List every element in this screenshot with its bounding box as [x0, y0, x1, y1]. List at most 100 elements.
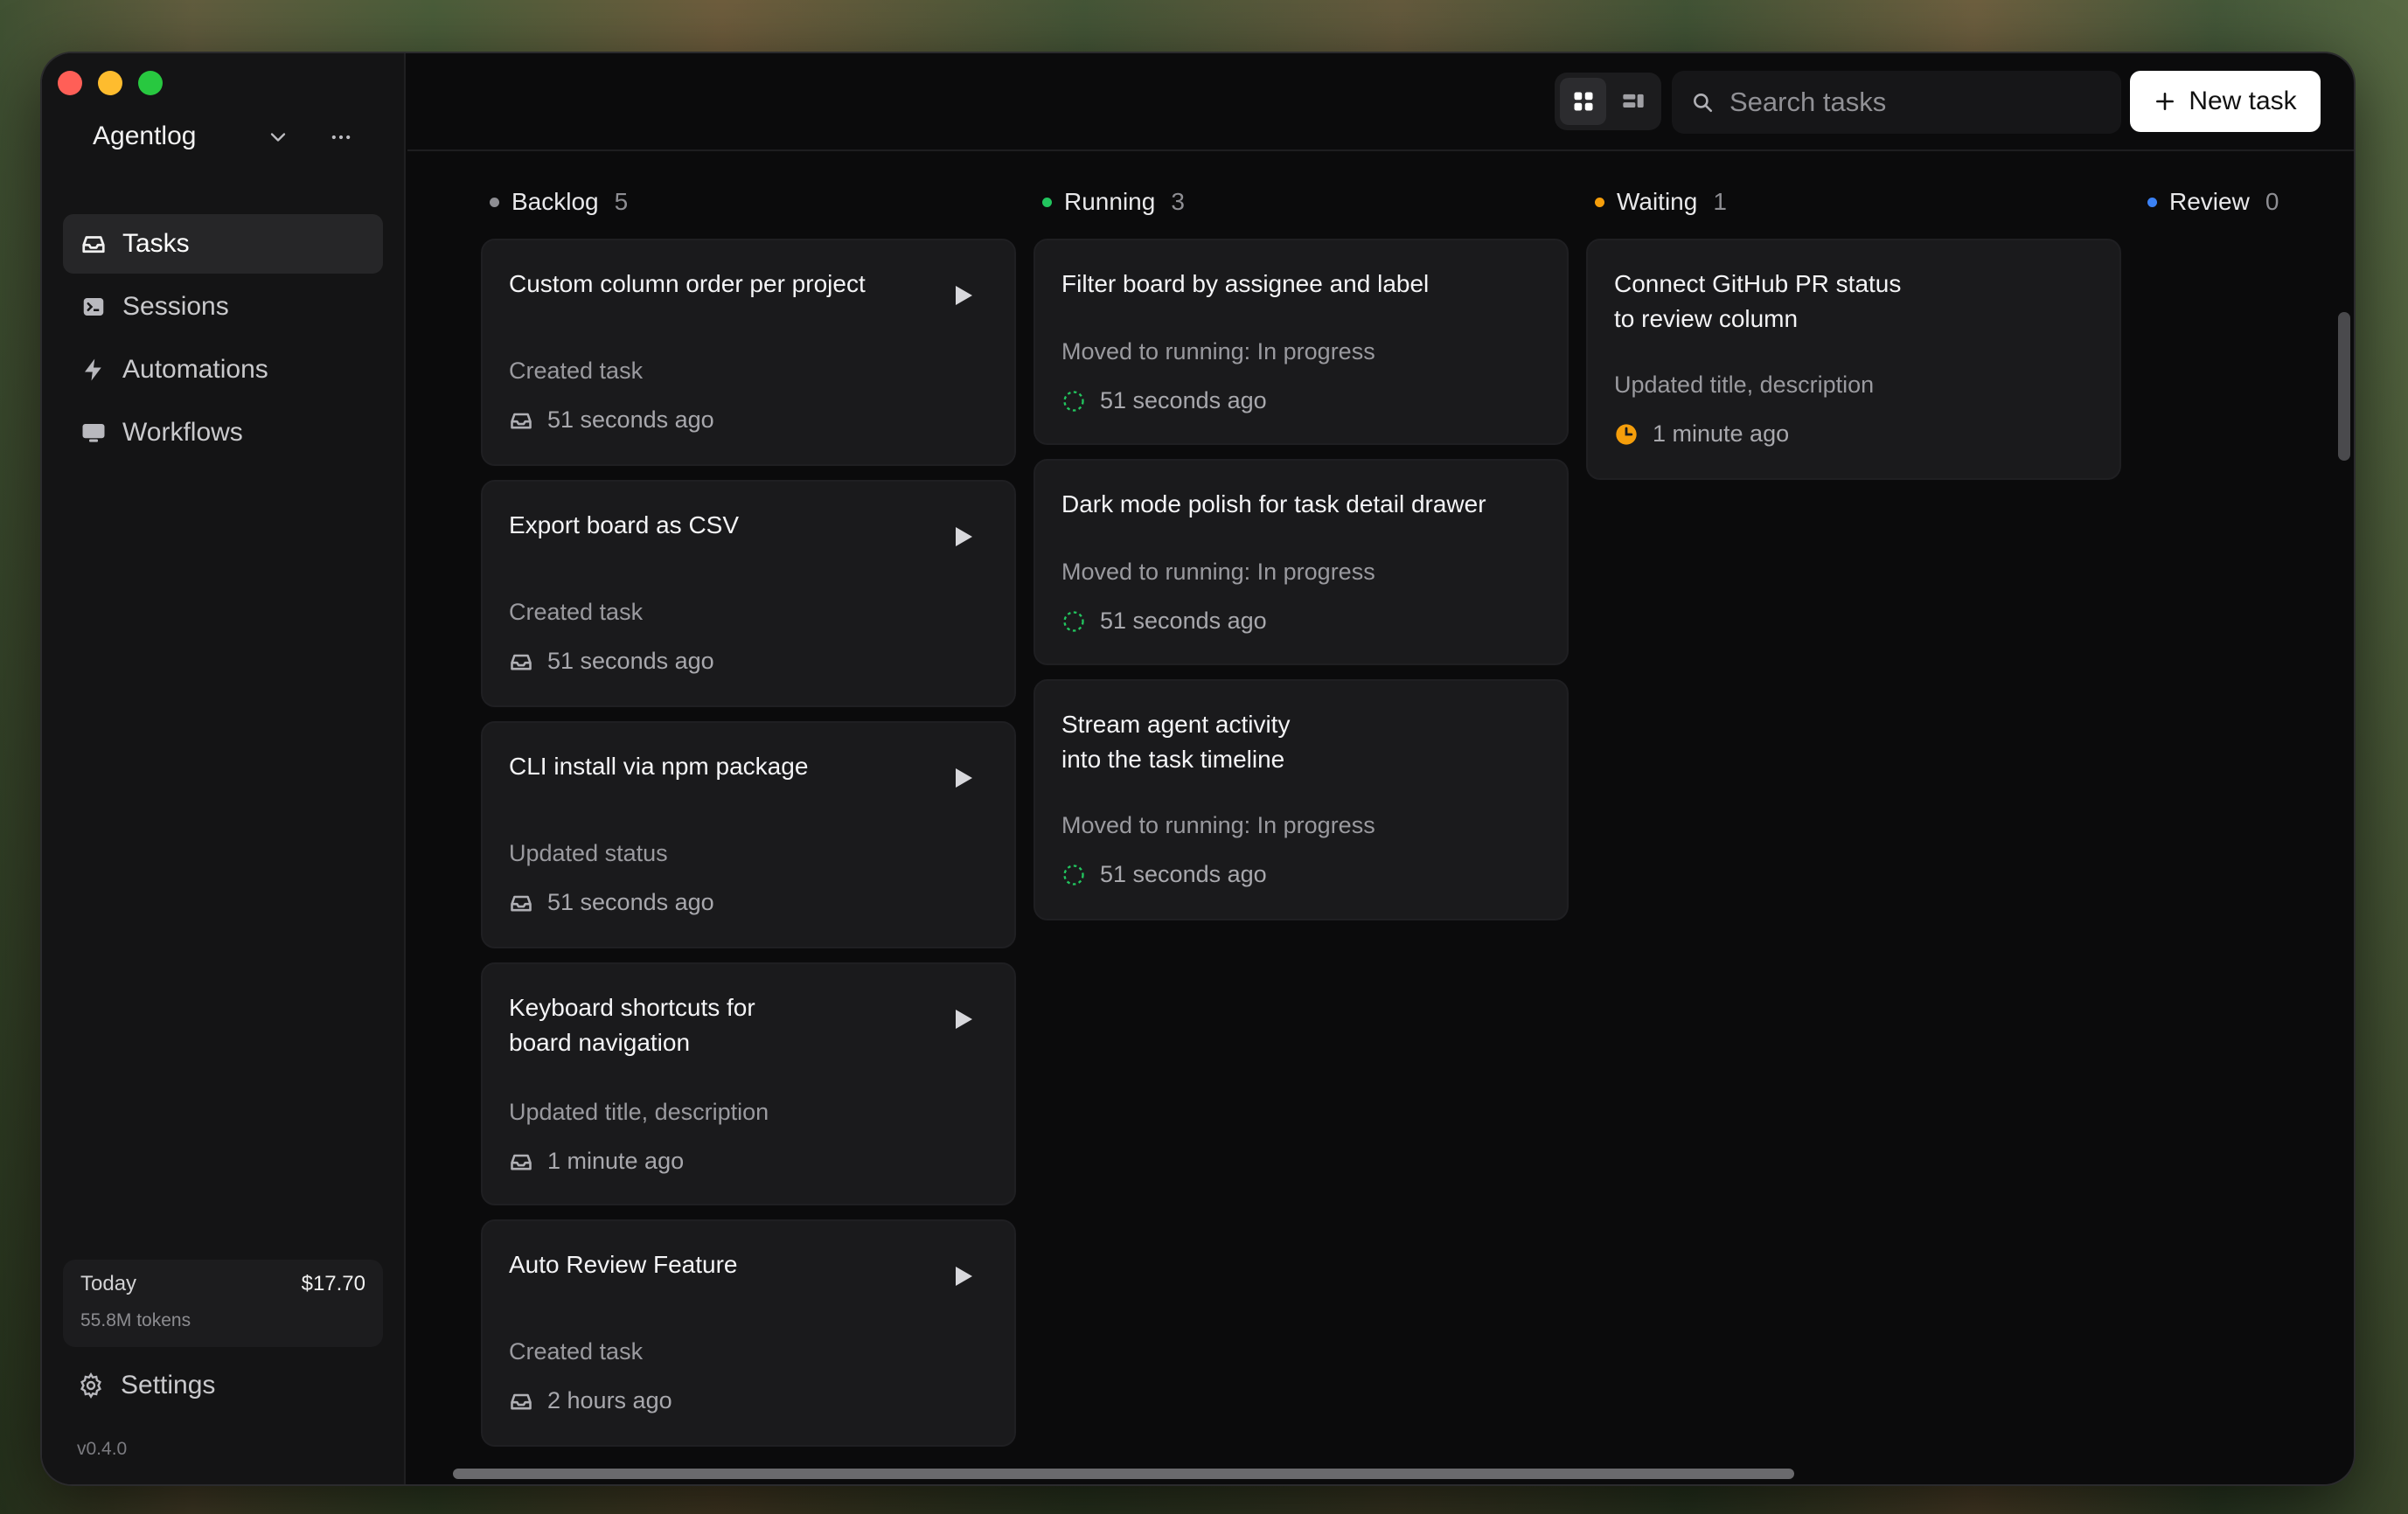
status-dot — [1042, 197, 1052, 207]
board-view-button[interactable] — [1560, 78, 1606, 125]
spinner-icon — [1063, 610, 1084, 632]
task-status: Created task — [509, 1338, 644, 1365]
task-timestamp: 2 hours ago — [509, 1387, 672, 1414]
task-timestamp: 51 seconds ago — [1061, 861, 1267, 888]
sidebar-item-label: Automations — [122, 355, 268, 384]
task-status: Moved to running: In progress — [1061, 559, 1375, 585]
monitor-icon — [82, 424, 105, 442]
task-card[interactable]: Custom column order per project Created … — [481, 239, 1016, 466]
inbox-icon — [511, 413, 532, 428]
sidebar-item-sessions[interactable]: Sessions — [63, 277, 383, 337]
zoom-window-button[interactable] — [138, 71, 163, 95]
top-toolbar: New task — [407, 53, 2354, 151]
column-header: Backlog 5 — [490, 188, 628, 216]
task-title: Dark mode polish for task detail drawer — [1061, 490, 1486, 517]
task-time-text: 1 minute ago — [1653, 420, 1790, 447]
sidebar-item-workflows[interactable]: Workflows — [63, 403, 383, 462]
settings-button[interactable]: Settings — [77, 1371, 215, 1400]
task-time-text: 51 seconds ago — [1100, 387, 1267, 413]
task-card[interactable]: Export board as CSV Created task 51 seco… — [481, 480, 1016, 707]
plus-icon — [2156, 93, 2175, 110]
inbox-icon — [511, 1154, 532, 1170]
task-timestamp: 51 seconds ago — [1061, 608, 1267, 635]
sidebar-item-label: Tasks — [122, 229, 190, 258]
column-header: Waiting 1 — [1595, 188, 1727, 216]
task-status: Updated title, description — [1614, 372, 1875, 398]
app-version: v0.4.0 — [77, 1439, 128, 1459]
task-timestamp: 51 seconds ago — [509, 648, 714, 675]
task-title: Stream agent activity into the task time… — [1061, 711, 1291, 773]
workspace-title[interactable]: Agentlog — [93, 122, 196, 151]
horizontal-scrollbar[interactable] — [453, 1469, 1794, 1479]
task-status: Updated title, description — [509, 1099, 769, 1125]
inbox-icon — [511, 895, 532, 911]
usage-label: Today — [80, 1272, 137, 1295]
sidebar-item-automations[interactable]: Automations — [63, 340, 383, 399]
sidebar-item-label: Workflows — [122, 418, 243, 447]
gear-icon — [80, 1372, 101, 1399]
column-count: 1 — [1713, 188, 1727, 215]
inbox-icon — [511, 654, 532, 670]
new-task-button[interactable]: New task — [2130, 71, 2321, 132]
column-header: Review 0 — [2147, 188, 2279, 216]
task-card[interactable]: Filter board by assignee and label Moved… — [1033, 239, 1569, 445]
task-card[interactable]: CLI install via npm package Updated stat… — [481, 721, 1016, 948]
task-time-text: 2 hours ago — [547, 1387, 672, 1413]
task-status: Moved to running: In progress — [1061, 812, 1375, 838]
play-icon[interactable] — [953, 1265, 974, 1288]
task-card[interactable]: Stream agent activity into the task time… — [1033, 679, 1569, 920]
inbox-icon — [511, 1393, 532, 1409]
sidebar-item-label: Sessions — [122, 292, 229, 321]
task-timestamp: 51 seconds ago — [509, 406, 714, 434]
column-title: Waiting — [1617, 188, 1698, 215]
vertical-scrollbar[interactable] — [2338, 312, 2350, 461]
task-status: Updated status — [509, 840, 668, 866]
task-card[interactable]: Connect GitHub PR status to review colum… — [1586, 239, 2121, 480]
task-timestamp: 1 minute ago — [509, 1148, 684, 1175]
status-dot — [490, 197, 499, 207]
task-time-text: 51 seconds ago — [1100, 861, 1267, 887]
list-view-button[interactable] — [1610, 78, 1656, 125]
play-icon[interactable] — [953, 1008, 974, 1031]
window-controls — [58, 71, 163, 95]
spinner-icon — [1063, 390, 1084, 412]
close-window-button[interactable] — [58, 71, 82, 95]
layout-icon — [1622, 94, 1644, 108]
sidebar-item-tasks[interactable]: Tasks — [63, 214, 383, 274]
search-input[interactable] — [1729, 87, 2097, 118]
chevron-down-icon[interactable] — [266, 125, 290, 149]
kanban-board: Backlog 5 Custom column order per projec… — [407, 151, 2354, 1484]
task-title: Keyboard shortcuts for board navigation — [509, 994, 755, 1056]
bolt-icon — [85, 358, 101, 381]
usage-summary: Today $17.70 55.8M tokens — [63, 1260, 383, 1347]
play-icon[interactable] — [953, 767, 974, 789]
task-card[interactable]: Keyboard shortcuts for board navigation … — [481, 962, 1016, 1205]
task-status: Created task — [509, 599, 644, 625]
task-card[interactable]: Auto Review Feature Created task 2 hours… — [481, 1219, 1016, 1447]
task-time-text: 51 seconds ago — [547, 648, 714, 674]
more-options-icon[interactable] — [327, 125, 355, 149]
search-icon — [1694, 94, 1713, 113]
play-icon[interactable] — [953, 284, 974, 307]
column-title: Running — [1064, 188, 1156, 215]
search-box[interactable] — [1672, 71, 2121, 134]
app-window: Agentlog Tasks Sessions Automations Work… — [42, 53, 2354, 1484]
settings-label: Settings — [121, 1371, 216, 1399]
new-task-label: New task — [2189, 87, 2297, 115]
column-count: 3 — [1171, 188, 1185, 215]
task-title: Export board as CSV — [509, 511, 740, 538]
task-title: Connect GitHub PR status to review colum… — [1614, 270, 1902, 332]
minimize-window-button[interactable] — [98, 71, 122, 95]
usage-amount: $17.70 — [301, 1272, 365, 1295]
play-icon[interactable] — [953, 525, 974, 548]
task-status: Moved to running: In progress — [1061, 338, 1375, 365]
task-card[interactable]: Dark mode polish for task detail drawer … — [1033, 459, 1569, 665]
view-toggle — [1555, 73, 1661, 130]
terminal-icon — [83, 298, 104, 316]
column-title: Review — [2169, 188, 2250, 215]
task-status: Created task — [509, 358, 644, 384]
usage-tokens: 55.8M tokens — [80, 1310, 191, 1330]
task-time-text: 1 minute ago — [547, 1148, 685, 1174]
task-title: Auto Review Feature — [509, 1251, 738, 1278]
grid-icon — [1574, 92, 1592, 111]
